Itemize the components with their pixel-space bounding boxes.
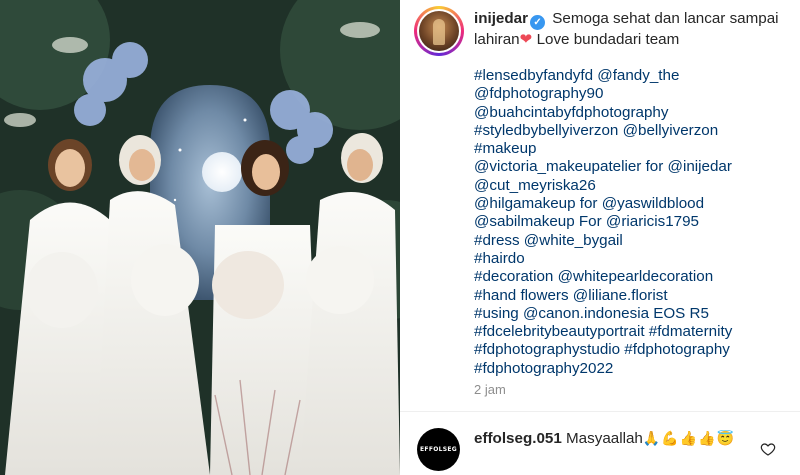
caption-line[interactable]: @victoria_makeupatelier for @inijedar — [474, 158, 794, 176]
caption-line[interactable]: @cut_meyriska26 — [474, 177, 794, 195]
caption-line[interactable]: #hand flowers @liliane.florist — [474, 287, 794, 305]
photo-illustration — [0, 0, 400, 475]
caption-tags: #lensedbyfandyfd @fandy_the @fdphotograp… — [474, 67, 794, 378]
caption-line[interactable]: #lensedbyfandyfd @fandy_the — [474, 67, 794, 85]
author-username[interactable]: inijedar — [474, 10, 528, 27]
red-heart-emoji: ❤ — [519, 31, 533, 48]
comment-text: Masyaallah — [566, 430, 643, 447]
comment-row: effolseg.051 Masyaallah🙏💪👍👍😇 — [474, 430, 735, 447]
caption-line[interactable]: #fdcelebritybeautyportrait #fdmaternity — [474, 323, 794, 341]
avatar-border — [417, 9, 461, 53]
avatar-image — [419, 11, 459, 51]
caption-line[interactable]: @buahcintabyfdphotography — [474, 104, 794, 122]
caption-line[interactable]: #fdphotography2022 — [474, 360, 794, 378]
post-photo[interactable] — [0, 0, 400, 475]
caption-line[interactable]: #hairdo — [474, 250, 794, 268]
heart-outline-icon[interactable] — [760, 441, 776, 457]
caption-line[interactable]: @hilgamakeup for @yaswildblood — [474, 195, 794, 213]
caption-line[interactable]: #makeup — [474, 140, 794, 158]
post-timestamp[interactable]: 2 jam — [474, 382, 506, 397]
section-divider — [400, 411, 800, 412]
caption-line[interactable]: #decoration @whitepearldecoration — [474, 268, 794, 286]
caption-header: inijedar ✓ Semoga sehat dan lancar sampai… — [474, 9, 794, 50]
caption-line[interactable]: #dress @white_bygail — [474, 232, 794, 250]
moon — [202, 152, 242, 192]
caption-line[interactable]: @fdphotography90 — [474, 85, 794, 103]
comment-emojis: 🙏💪👍👍😇 — [642, 430, 736, 446]
commenter-username[interactable]: effolseg.051 — [474, 430, 562, 447]
caption-line[interactable]: #styledbybellyiverzon @bellyiverzon — [474, 122, 794, 140]
caption-line[interactable]: #fdphotographystudio #fdphotography — [474, 341, 794, 359]
verified-badge-icon: ✓ — [530, 15, 546, 30]
author-avatar[interactable] — [414, 6, 464, 56]
caption-line[interactable]: @sabilmakeup For @riaricis1795 — [474, 213, 794, 231]
commenter-avatar[interactable]: EFFOLSEG — [417, 428, 460, 471]
caption-suffix: Love bundadari team — [536, 31, 680, 48]
caption-line[interactable]: #using @canon.indonesia EOS R5 — [474, 305, 794, 323]
